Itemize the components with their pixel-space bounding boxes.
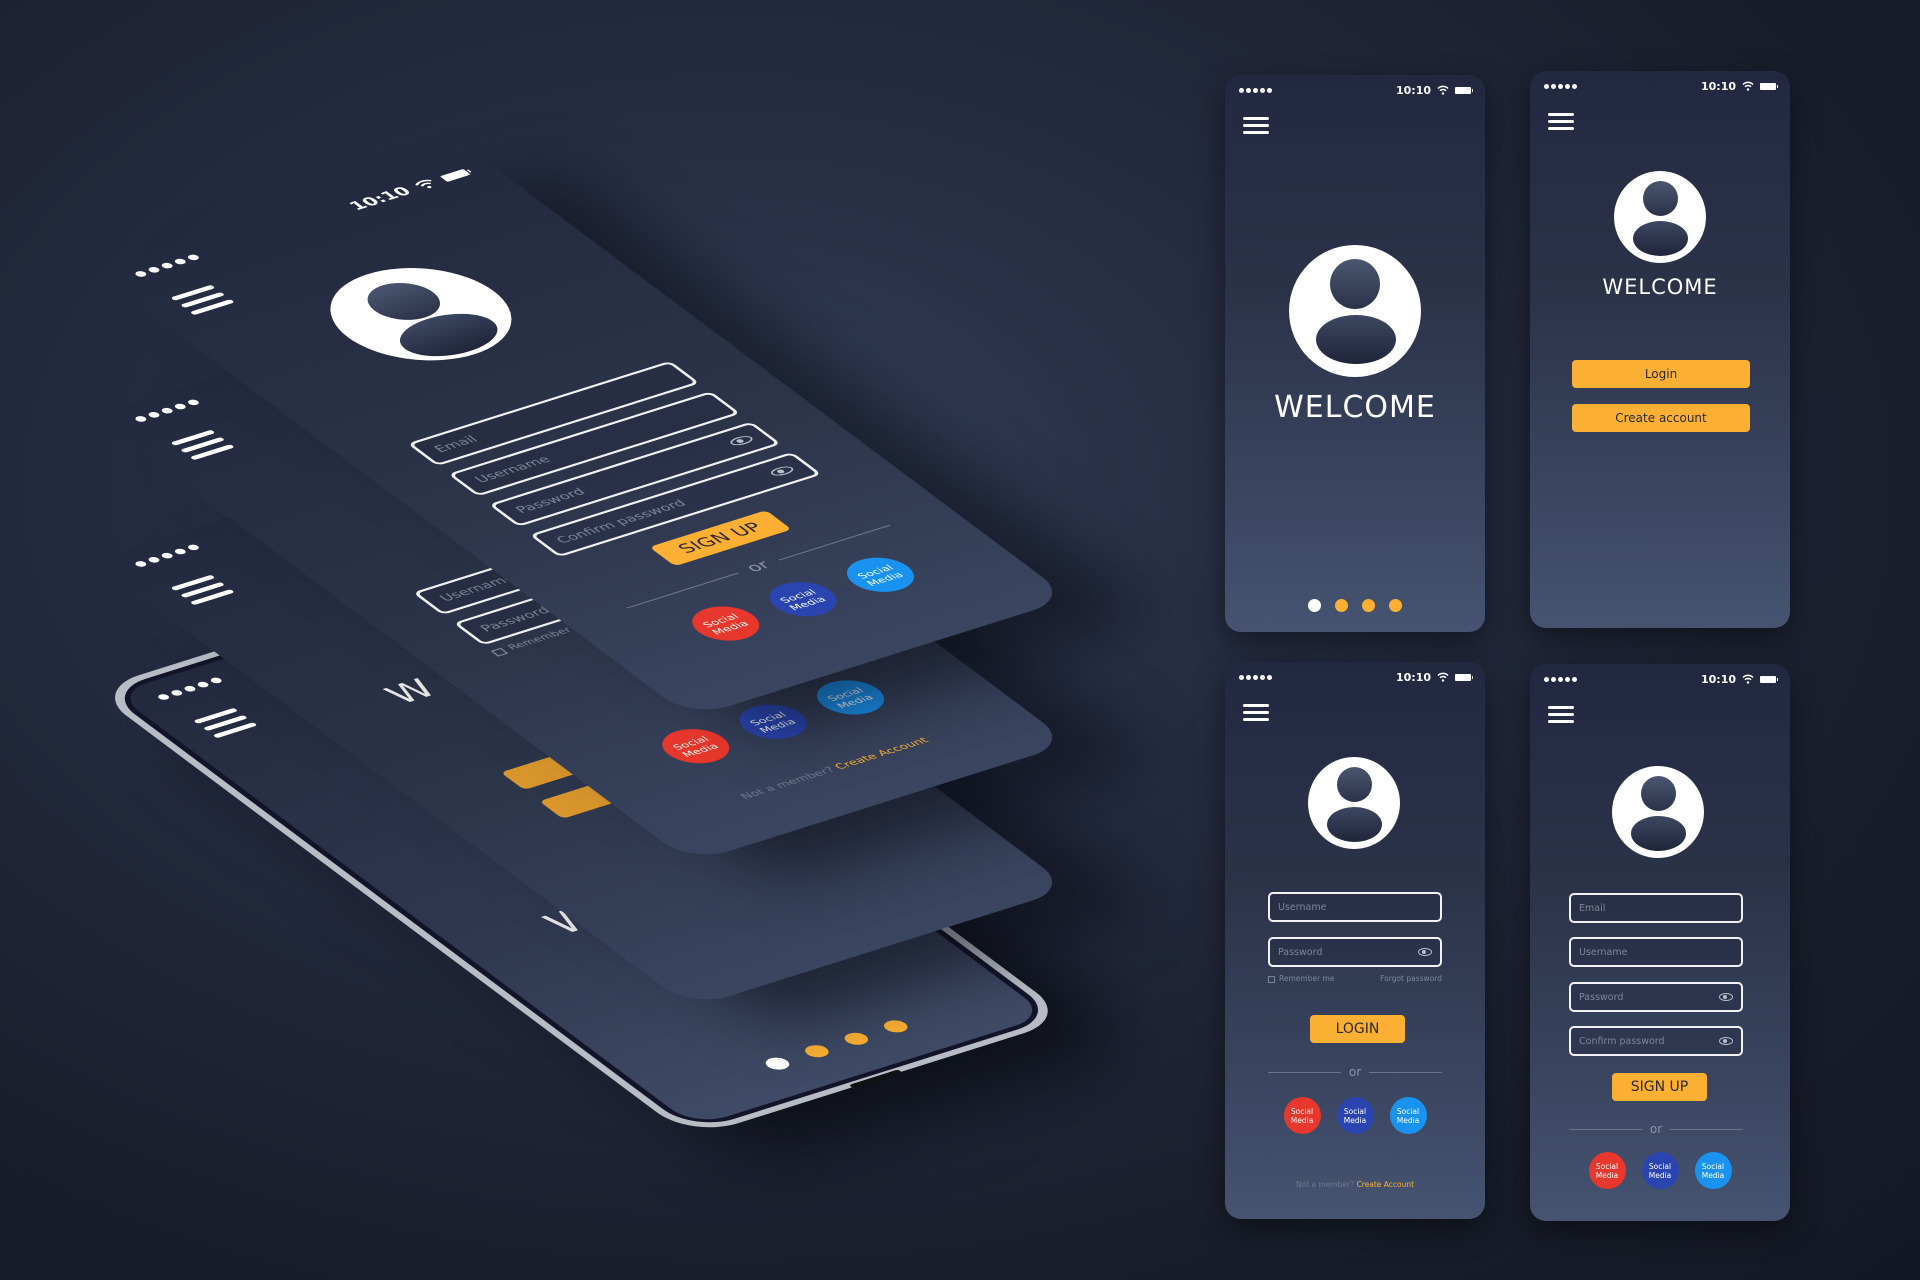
eye-icon[interactable]	[726, 434, 756, 448]
hamburger-menu-icon[interactable]	[193, 707, 263, 742]
hamburger-menu-icon[interactable]	[1548, 706, 1574, 727]
pager-dot[interactable]	[839, 1030, 873, 1047]
social-media-button-navy[interactable]: Social Media	[725, 698, 820, 746]
social-media-button-blue[interactable]: Social Media	[1694, 1152, 1732, 1189]
hamburger-menu-icon[interactable]	[170, 574, 240, 609]
signal-dots-icon	[1239, 674, 1272, 680]
social-media-button-red[interactable]: Social Media	[1283, 1097, 1321, 1134]
forgot-password-link[interactable]: Forgot password	[1380, 974, 1442, 983]
avatar-icon	[1614, 171, 1706, 263]
pager-dot-active[interactable]	[1308, 599, 1321, 612]
welcome-title: WELCOME	[1602, 275, 1718, 299]
eye-icon[interactable]	[1418, 948, 1432, 956]
login-button[interactable]: Login	[1572, 360, 1750, 388]
remember-me-checkbox[interactable]: Remember me	[1268, 974, 1334, 983]
confirm-password-field[interactable]: Confirm password	[1569, 1026, 1743, 1056]
hamburger-menu-icon[interactable]	[1243, 704, 1269, 725]
hamburger-menu-icon[interactable]	[1243, 117, 1269, 138]
iso-create-account-link[interactable]: Create Account	[832, 736, 931, 771]
login-options-row: Remember me Forgot password	[1268, 974, 1442, 983]
social-media-button-red[interactable]: Social Media	[1588, 1152, 1626, 1189]
signup-screen: 10:10 Email Username Password Confirm pa…	[1530, 664, 1790, 1221]
pager-dot[interactable]	[1389, 599, 1402, 612]
email-field[interactable]: Email	[1569, 893, 1743, 923]
status-time: 10:10	[1395, 83, 1431, 97]
wifi-icon	[1742, 81, 1754, 91]
username-field[interactable]: Username	[1268, 892, 1442, 922]
pager-dot[interactable]	[1362, 599, 1375, 612]
status-bar: 10:10	[1544, 672, 1778, 686]
status-bar: 10:10	[1239, 670, 1473, 684]
battery-icon	[1455, 86, 1473, 94]
login-screen: 10:10 Username Password Remember me Forg…	[1225, 662, 1485, 1219]
social-media-button-blue[interactable]: Social Media	[802, 674, 897, 721]
eye-icon[interactable]	[1719, 1037, 1733, 1045]
signal-dots-icon	[156, 676, 224, 701]
isometric-mockup: W W Username Password Remember me Social…	[0, 0, 1100, 1280]
signal-dots-icon	[1239, 87, 1272, 93]
or-divider: or	[1569, 1122, 1743, 1136]
social-media-button-navy[interactable]: Social Media	[1336, 1097, 1374, 1134]
avatar-icon	[1612, 766, 1704, 858]
wifi-icon	[1437, 85, 1449, 95]
avatar-icon	[1308, 757, 1400, 849]
signal-dots-icon	[133, 543, 201, 568]
pager-dot[interactable]	[800, 1043, 834, 1060]
partial-welcome-text: W	[377, 674, 447, 711]
pager-dots	[1225, 599, 1485, 612]
social-media-button-red[interactable]: Social Media	[648, 723, 742, 770]
battery-icon	[1760, 675, 1778, 683]
pager-dot[interactable]	[1335, 599, 1348, 612]
status-time: 10:10	[344, 184, 416, 213]
password-field[interactable]: Password	[1569, 982, 1743, 1012]
social-media-button-red[interactable]: Social Media	[678, 600, 772, 648]
avatar-icon	[294, 251, 548, 378]
social-media-button-blue[interactable]: Social Media	[832, 551, 927, 599]
signal-dots-icon	[133, 253, 201, 278]
username-field[interactable]: Username	[1569, 937, 1743, 967]
eye-icon[interactable]	[1719, 993, 1733, 1001]
status-time: 10:10	[1700, 79, 1736, 93]
social-media-button-navy[interactable]: Social Media	[755, 576, 850, 623]
hamburger-menu-icon[interactable]	[1548, 113, 1574, 134]
status-time: 10:10	[1700, 672, 1736, 686]
welcome-title: WELCOME	[1274, 390, 1436, 425]
battery-icon	[1455, 673, 1473, 681]
signal-dots-icon	[133, 398, 201, 423]
signal-dots-icon	[1544, 83, 1577, 89]
status-time: 10:10	[1395, 670, 1431, 684]
iso-status-right: 10:10	[345, 166, 474, 213]
signal-dots-icon	[1544, 676, 1577, 682]
signup-prompt: Not a member? Create Account	[1295, 1180, 1415, 1189]
pager-dot[interactable]	[879, 1018, 913, 1035]
password-field[interactable]: Password	[1268, 937, 1442, 967]
pager-dot-active[interactable]	[761, 1055, 794, 1072]
wifi-icon	[1437, 672, 1449, 682]
eye-icon[interactable]	[767, 464, 797, 478]
login-button[interactable]: LOGIN	[1310, 1015, 1405, 1043]
or-divider: or	[1268, 1065, 1442, 1079]
wifi-icon	[1742, 674, 1754, 684]
avatar-icon	[1289, 245, 1421, 377]
status-bar: 10:10	[1544, 79, 1778, 93]
wifi-icon	[411, 177, 439, 191]
social-media-button-navy[interactable]: Social Media	[1641, 1152, 1679, 1189]
social-buttons: Social Media Social Media Social Media	[1530, 1152, 1790, 1189]
battery-icon	[439, 168, 471, 182]
splash-screen: 10:10 WELCOME	[1225, 75, 1485, 632]
status-bar: 10:10	[1239, 83, 1473, 97]
hamburger-menu-icon[interactable]	[170, 429, 240, 464]
signup-button[interactable]: SIGN UP	[1612, 1073, 1707, 1101]
create-account-button[interactable]: Create account	[1572, 404, 1750, 432]
create-account-link[interactable]: Create Account	[1356, 1180, 1414, 1189]
social-media-button-blue[interactable]: Social Media	[1389, 1097, 1427, 1134]
hamburger-menu-icon[interactable]	[170, 284, 240, 319]
welcome-screen: 10:10 WELCOME Login Create account	[1530, 71, 1790, 628]
social-buttons: Social Media Social Media Social Media	[1225, 1097, 1485, 1134]
battery-icon	[1760, 82, 1778, 90]
